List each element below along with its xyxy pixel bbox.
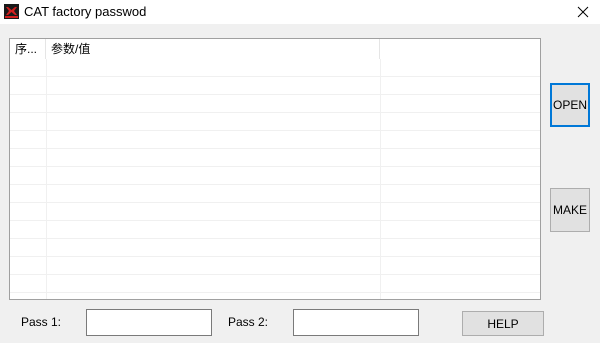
list-body[interactable] <box>10 59 540 299</box>
pass1-field[interactable] <box>86 309 212 336</box>
list-row <box>10 113 540 131</box>
list-row <box>10 149 540 167</box>
list-row <box>10 257 540 275</box>
list-row <box>10 59 540 77</box>
parameter-list[interactable]: 序... 参数/值 <box>9 38 541 300</box>
pass1-label: Pass 1: <box>21 315 62 329</box>
list-row <box>10 185 540 203</box>
list-header: 序... 参数/值 <box>10 39 540 59</box>
title-bar[interactable]: CAT factory passwod <box>0 0 600 24</box>
column-header-param-value[interactable]: 参数/值 <box>46 39 380 59</box>
pass2-label: Pass 2: <box>228 315 269 329</box>
list-row <box>10 131 540 149</box>
app-window: CAT factory passwod 序... 参数/值 OPEN MAKE … <box>0 0 600 343</box>
list-row <box>10 239 540 257</box>
column-header-empty <box>380 39 540 59</box>
list-row <box>10 221 540 239</box>
column-header-index[interactable]: 序... <box>10 39 46 59</box>
list-row <box>10 95 540 113</box>
close-icon <box>577 6 589 18</box>
pass2-field[interactable] <box>293 309 419 336</box>
make-button[interactable]: MAKE <box>550 188 590 232</box>
list-row <box>10 77 540 95</box>
close-button[interactable] <box>566 0 600 24</box>
cat-logo-icon <box>4 4 19 19</box>
list-row <box>10 203 540 221</box>
window-title: CAT factory passwod <box>24 4 147 19</box>
open-button[interactable]: OPEN <box>550 83 590 127</box>
list-row <box>10 167 540 185</box>
list-row <box>10 275 540 293</box>
help-button[interactable]: HELP <box>462 311 544 336</box>
